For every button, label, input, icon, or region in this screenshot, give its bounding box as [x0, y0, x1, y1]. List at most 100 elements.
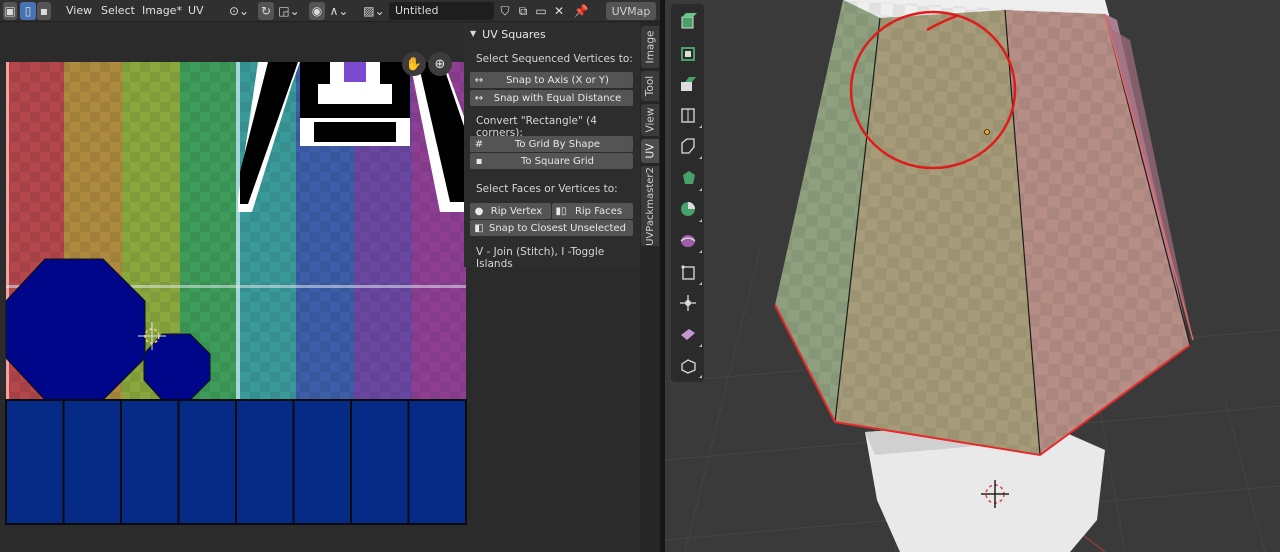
snap-closest-label: Snap to Closest Unselected [489, 222, 626, 234]
proportional-icon: ◉ [311, 4, 323, 18]
menu-image[interactable]: Image* [142, 4, 182, 17]
snap-icon: ◧ [474, 222, 484, 234]
pivot-dropdown[interactable]: ⊙⌄ [226, 2, 252, 20]
image-icon: ▨⌄ [363, 4, 385, 18]
tab-tool-label: Tool [644, 75, 656, 97]
uv-map-selector[interactable]: UVMap [606, 2, 656, 20]
inset-faces-icon [681, 108, 695, 123]
square-grid-icon: ▪ [475, 155, 483, 167]
shear-tool[interactable] [676, 291, 700, 315]
mode-uv-button[interactable]: ▯ [20, 2, 36, 20]
spin-cube-icon [681, 359, 696, 374]
loop-cut-tool[interactable] [676, 166, 702, 191]
unlink-image-button[interactable]: ✕ [551, 2, 567, 20]
rip-region-tool[interactable] [676, 322, 702, 347]
menu-select[interactable]: Select [101, 4, 135, 17]
tab-image-label: Image [644, 30, 657, 64]
editor-type-button[interactable]: ▣ [3, 2, 17, 20]
snap-to-axis-label: Snap to Axis (X or Y) [506, 74, 609, 86]
3d-viewport[interactable] [665, 0, 1280, 552]
falloff-curve-icon: ∧⌄ [329, 4, 349, 18]
spin-tool[interactable] [676, 353, 702, 378]
loop-cut-icon [683, 171, 695, 184]
rip-vertex-label: Rip Vertex [490, 205, 543, 217]
arrows-horizontal-icon: ↔ [474, 74, 484, 86]
paint-mode-icon: ▪ [39, 4, 49, 18]
move-tool[interactable] [676, 41, 700, 65]
rip-icon [681, 329, 695, 340]
pivot-icon: ⊙⌄ [228, 4, 250, 18]
snap-closest-unselected-button[interactable]: ◧ Snap to Closest Unselected [470, 220, 633, 236]
image-name-field[interactable]: Untitled [389, 2, 494, 20]
zoom-icon[interactable]: ⊕ [428, 52, 452, 76]
sync-selection-button[interactable]: ↻ [258, 2, 274, 20]
shortcut-hint: V - Join (Stitch), I -Toggle Islands [476, 246, 605, 270]
knife-tool[interactable] [676, 197, 702, 222]
image-browse-dropdown[interactable]: ▨⌄ [362, 2, 386, 20]
pin-button[interactable]: 📌 [573, 2, 589, 20]
arrows-horizontal-icon: ↔ [474, 92, 484, 104]
fake-user-button[interactable]: ⛉ [497, 2, 513, 20]
poly-build-tool[interactable] [676, 228, 702, 253]
shrink-fatten-tool[interactable] [676, 260, 702, 285]
tab-view[interactable]: View [641, 104, 659, 136]
dot-icon: ● [474, 205, 484, 217]
uv-editor: ▣ ▯ ▪ View Select Image* UV ⊙⌄ ↻ ◲⌄ ◉ ∧⌄… [0, 0, 660, 552]
bevel-icon [681, 138, 695, 154]
duplicate-icon: ⧉ [518, 4, 528, 18]
uv-editor-header: ▣ ▯ ▪ View Select Image* UV ⊙⌄ ↻ ◲⌄ ◉ ∧⌄… [0, 0, 660, 22]
uv-mode-icon: ▯ [24, 4, 32, 18]
menu-view[interactable]: View [66, 4, 92, 17]
tab-uvpackmaster2[interactable]: UVPackmaster2 [641, 166, 659, 246]
edge-slide-icon [681, 265, 695, 280]
cube-move-icon [681, 47, 695, 61]
vertex-select-icon: ◲⌄ [278, 4, 300, 18]
spin-icon [681, 202, 695, 216]
viewport-scene [665, 0, 1280, 552]
to-grid-by-shape-button[interactable]: # To Grid By Shape [470, 136, 633, 152]
sync-icon: ↻ [260, 4, 272, 18]
section-faces-label: Select Faces or Vertices to: [476, 183, 618, 195]
open-image-button[interactable]: ▭ [533, 2, 549, 20]
select-box-tool[interactable] [676, 9, 700, 33]
cube-select-icon [681, 13, 697, 29]
extrude-icon [681, 77, 696, 91]
snap-equal-distance-button[interactable]: ↔ Snap with Equal Distance [470, 90, 633, 106]
tab-view-label: View [644, 107, 657, 133]
section-sequenced-label: Select Sequenced Vertices to: [476, 53, 633, 65]
mode-paint-button[interactable]: ▪ [37, 2, 51, 20]
rotate-tool[interactable] [676, 72, 700, 96]
new-image-button[interactable]: ⧉ [515, 2, 531, 20]
tab-uvpackmaster2-label: UVPackmaster2 [644, 166, 656, 246]
pan-hand-icon[interactable]: ✋ [402, 52, 426, 76]
rip-faces-button[interactable]: ▮▯ Rip Faces [552, 203, 633, 219]
grid-by-shape-label: To Grid By Shape [514, 138, 601, 150]
panel-title: UV Squares [482, 27, 546, 41]
panel-header[interactable]: ▼ UV Squares [470, 25, 546, 43]
snap-to-axis-button[interactable]: ↔ Snap to Axis (X or Y) [470, 72, 633, 88]
inset-tool[interactable] [676, 103, 702, 128]
tab-tool[interactable]: Tool [641, 71, 659, 101]
tab-uv[interactable]: UV [641, 139, 659, 163]
uv-squares-panel: ▼ UV Squares Select Sequenced Vertices t… [464, 22, 640, 270]
proportional-edit-button[interactable]: ◉ [309, 2, 325, 20]
rip-vertex-button[interactable]: ● Rip Vertex [470, 203, 551, 219]
square-grid-label: To Square Grid [520, 155, 595, 167]
tab-image[interactable]: Image [641, 26, 659, 68]
shield-icon: ⛉ [500, 4, 510, 18]
folder-icon: ▭ [535, 4, 547, 18]
viewport-toolbar [671, 4, 704, 382]
tab-uv-label: UV [644, 143, 656, 159]
bevel-tool[interactable] [676, 134, 702, 159]
shear-icon [680, 295, 696, 311]
menu-uv[interactable]: UV [188, 4, 204, 17]
snap-equal-label: Snap with Equal Distance [493, 92, 622, 104]
falloff-dropdown[interactable]: ∧⌄ [328, 2, 350, 20]
select-mode-dropdown[interactable]: ◲⌄ [277, 2, 301, 20]
pin-icon: 📌 [573, 4, 589, 18]
grid-icon: # [474, 138, 484, 150]
smooth-icon [680, 235, 696, 247]
sidebar-tab-strip: Image Tool View UV UVPackmaster2 [640, 22, 660, 552]
close-icon: ✕ [553, 4, 565, 18]
to-square-grid-button[interactable]: ▪ To Square Grid [470, 153, 633, 169]
